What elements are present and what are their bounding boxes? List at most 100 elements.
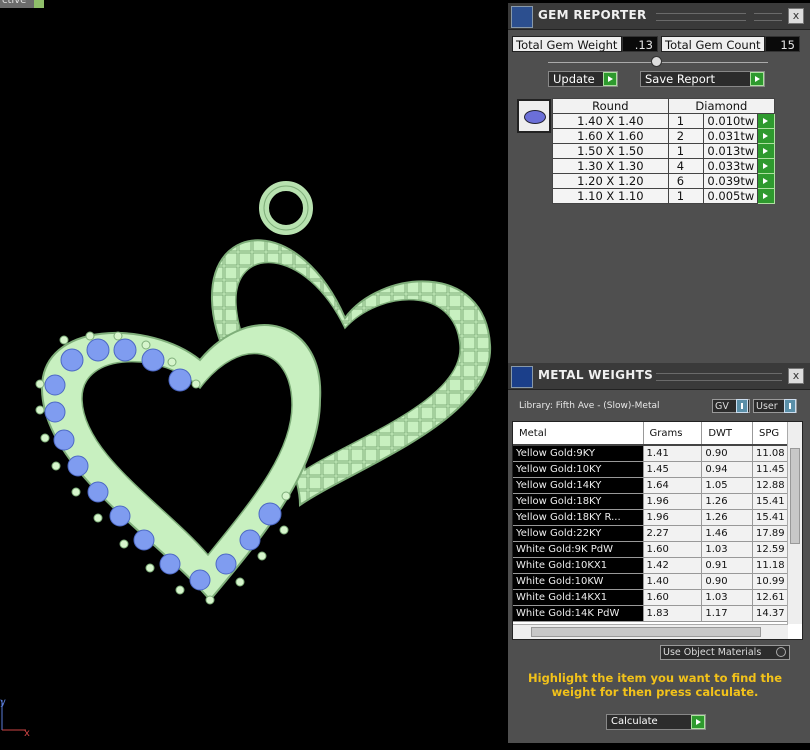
save-report-arrow-icon[interactable] — [750, 72, 764, 86]
library-label: Library: Fifth Ave - (Slow)-Metal — [519, 401, 660, 411]
title-grip — [656, 373, 782, 381]
gem-row[interactable]: 1.40 X 1.40 1 0.010tw — [552, 113, 775, 129]
metal-col-dwt[interactable]: DWT — [701, 422, 754, 446]
update-arrow-icon[interactable] — [603, 72, 617, 86]
metal-dwt: 0.90 — [701, 445, 754, 462]
metal-dwt: 1.03 — [701, 589, 754, 606]
metal-grams: 2.27 — [643, 525, 703, 542]
metal-grams: 1.45 — [643, 461, 703, 478]
metal-row[interactable]: White Gold:14K PdW 1.83 1.17 14.37 — [513, 605, 802, 622]
metal-dwt: 0.91 — [701, 557, 754, 574]
gem-row[interactable]: 1.20 X 1.20 6 0.039tw — [552, 173, 775, 189]
gv-toggle-icon[interactable] — [736, 399, 748, 413]
gem-size: 1.60 X 1.60 — [552, 128, 669, 144]
metal-name: White Gold:9K PdW — [513, 541, 644, 558]
gem-qty: 6 — [667, 173, 705, 189]
gem-qty: 2 — [667, 128, 705, 144]
gem-reporter-icon — [511, 6, 533, 28]
metal-col-grams[interactable]: Grams — [643, 422, 703, 446]
gem-qty: 4 — [667, 158, 705, 174]
metal-row[interactable]: Yellow Gold:14KY 1.64 1.05 12.88 — [513, 477, 802, 494]
gem-shape-icon — [517, 99, 551, 133]
gem-reporter-titlebar[interactable]: GEM REPORTER — [508, 3, 810, 30]
gem-row-arrow-icon[interactable] — [757, 158, 775, 174]
total-gem-count-value: 15 — [765, 36, 800, 52]
metal-row[interactable]: White Gold:10KW 1.40 0.90 10.99 — [513, 573, 802, 590]
metal-grams: 1.40 — [643, 573, 703, 590]
user-toggle-icon[interactable] — [784, 399, 796, 413]
metal-list-horizontal-scrollbar[interactable] — [513, 624, 788, 639]
metal-grams: 1.42 — [643, 557, 703, 574]
metal-row[interactable]: White Gold:9K PdW 1.60 1.03 12.59 — [513, 541, 802, 558]
gem-row-arrow-icon[interactable] — [757, 188, 775, 204]
heart-pendant-model[interactable] — [0, 0, 508, 750]
gem-weight: 0.033tw — [703, 158, 759, 174]
metal-row[interactable]: Yellow Gold:18KY 1.96 1.26 15.41 — [513, 493, 802, 510]
use-object-materials-radio[interactable] — [776, 647, 786, 657]
metal-row[interactable]: Yellow Gold:22KY 2.27 1.46 17.89 — [513, 525, 802, 542]
gem-row-arrow-icon[interactable] — [757, 113, 775, 129]
metal-grams: 1.96 — [643, 493, 703, 510]
metal-row[interactable]: Yellow Gold:9KY 1.41 0.90 11.08 — [513, 445, 802, 462]
metal-list[interactable]: Metal Grams DWT SPG Yellow Gold:9KY 1.41 0… — [512, 421, 803, 640]
gem-row[interactable]: 1.10 X 1.10 1 0.005tw — [552, 188, 775, 204]
close-icon[interactable]: x — [788, 368, 804, 384]
horizontal-scroll-thumb[interactable] — [531, 627, 761, 637]
gem-reporter-panel: GEM REPORTER x Total Gem Weight .13 Tota… — [508, 3, 810, 363]
gem-weight: 0.010tw — [703, 113, 759, 129]
metal-grams: 1.41 — [643, 445, 703, 462]
metal-name: Yellow Gold:22KY — [513, 525, 644, 542]
calculate-arrow-icon[interactable] — [691, 715, 705, 729]
gem-size: 1.40 X 1.40 — [552, 113, 669, 129]
metal-weights-title: METAL WEIGHTS — [538, 368, 654, 382]
title-grip — [656, 13, 746, 21]
gem-col-round: Round — [552, 98, 669, 114]
metal-dwt: 0.90 — [701, 573, 754, 590]
gem-weight: 0.013tw — [703, 143, 759, 159]
gem-weight: 0.039tw — [703, 173, 759, 189]
gem-size: 1.30 X 1.30 — [552, 158, 669, 174]
metal-dwt: 0.94 — [701, 461, 754, 478]
gem-size: 1.20 X 1.20 — [552, 173, 669, 189]
metal-weights-titlebar[interactable]: METAL WEIGHTS — [508, 363, 810, 390]
metal-dwt: 1.05 — [701, 477, 754, 494]
metal-list-vertical-scrollbar[interactable] — [787, 422, 802, 624]
metal-dwt: 1.17 — [701, 605, 754, 622]
close-icon[interactable]: x — [788, 8, 804, 24]
use-object-materials-toggle[interactable]: Use Object Materials — [660, 645, 790, 660]
gem-row-arrow-icon[interactable] — [757, 143, 775, 159]
metal-grams: 1.60 — [643, 541, 703, 558]
instruction-message: Highlight the item you want to find the … — [528, 671, 782, 699]
gem-col-diamond: Diamond — [667, 98, 776, 114]
metal-row[interactable]: White Gold:14KX1 1.60 1.03 12.61 — [513, 589, 802, 606]
metal-row[interactable]: Yellow Gold:18KY R... 1.96 1.26 15.41 — [513, 509, 802, 526]
gem-weight: 0.005tw — [703, 188, 759, 204]
metal-col-metal[interactable]: Metal — [513, 422, 644, 446]
save-report-button[interactable]: Save Report — [640, 71, 765, 87]
metal-name: White Gold:10KW — [513, 573, 644, 590]
gem-row-arrow-icon[interactable] — [757, 128, 775, 144]
metal-dwt: 1.03 — [701, 541, 754, 558]
gem-size: 1.50 X 1.50 — [552, 143, 669, 159]
gem-row[interactable]: 1.30 X 1.30 4 0.033tw — [552, 158, 775, 174]
metal-row[interactable]: White Gold:10KX1 1.42 0.91 11.18 — [513, 557, 802, 574]
flask-icon — [511, 366, 533, 388]
metal-grams: 1.96 — [643, 509, 703, 526]
gem-weight: 0.031tw — [703, 128, 759, 144]
gem-qty: 1 — [667, 188, 705, 204]
gem-size: 1.10 X 1.10 — [552, 188, 669, 204]
title-grip — [754, 13, 782, 21]
metal-name: Yellow Gold:18KY — [513, 493, 644, 510]
total-gem-weight-label: Total Gem Weight — [512, 36, 622, 52]
gem-row-arrow-icon[interactable] — [757, 173, 775, 189]
3d-viewport[interactable]: ctive y x — [0, 0, 508, 750]
metal-row[interactable]: Yellow Gold:10KY 1.45 0.94 11.45 — [513, 461, 802, 478]
gem-row[interactable]: 1.50 X 1.50 1 0.013tw — [552, 143, 775, 159]
gem-row[interactable]: 1.60 X 1.60 2 0.031tw — [552, 128, 775, 144]
gem-qty: 1 — [667, 113, 705, 129]
metal-name: White Gold:10KX1 — [513, 557, 644, 574]
slider-knob[interactable] — [651, 56, 662, 67]
metal-grams: 1.64 — [643, 477, 703, 494]
vertical-scroll-thumb[interactable] — [790, 448, 800, 544]
metal-grams: 1.83 — [643, 605, 703, 622]
